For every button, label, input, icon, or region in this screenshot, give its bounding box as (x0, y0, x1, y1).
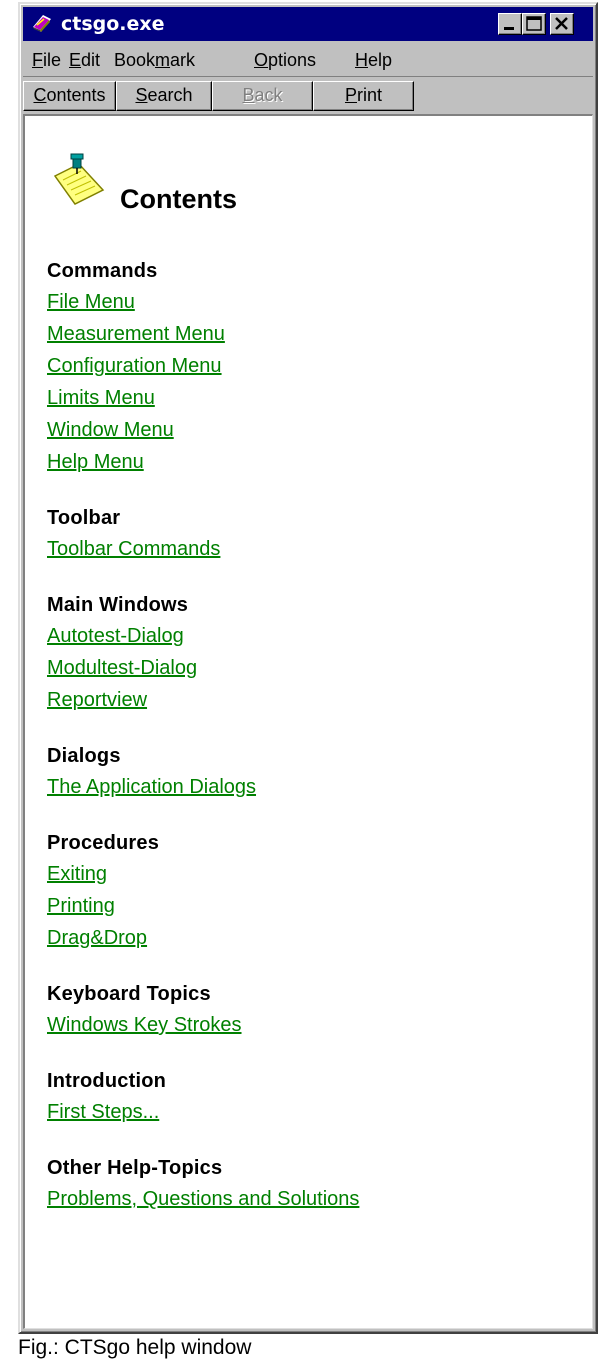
section-heading: Dialogs (47, 745, 121, 767)
link-application-dialogs[interactable]: The Application Dialogs (47, 771, 256, 803)
help-window: ctsgo.exe File Edit Bookmark Options Hel… (18, 2, 598, 1334)
title-bar[interactable]: ctsgo.exe (23, 7, 593, 41)
help-content-pane[interactable]: Contents Commands File Menu Measurement … (23, 114, 593, 1329)
section-procedures: Procedures Exiting Printing Drag&Drop (47, 828, 582, 954)
help-book-icon[interactable] (31, 13, 53, 35)
section-introduction: Introduction First Steps... (47, 1066, 582, 1128)
link-toolbar-commands[interactable]: Toolbar Commands (47, 533, 220, 565)
section-heading: Toolbar (47, 507, 121, 529)
section-heading: Introduction (47, 1070, 167, 1092)
figure-caption: Fig.: CTSgo help window (18, 1336, 252, 1359)
search-button[interactable]: Search (116, 81, 212, 111)
link-autotest-dialog[interactable]: Autotest-Dialog (47, 620, 184, 652)
section-heading: Keyboard Topics (47, 983, 211, 1005)
menu-edit[interactable]: Edit (69, 50, 100, 71)
print-button[interactable]: Print (313, 81, 414, 111)
section-heading: Commands (47, 260, 158, 282)
back-button[interactable]: Back (212, 81, 313, 111)
notepad-pushpin-icon (49, 146, 111, 208)
contents-button[interactable]: Contents (23, 81, 116, 111)
link-windows-key-strokes[interactable]: Windows Key Strokes (47, 1009, 242, 1041)
page-title: Contents (120, 184, 237, 214)
section-heading: Other Help-Topics (47, 1157, 223, 1179)
menu-options[interactable]: Options (254, 50, 316, 71)
maximize-icon (526, 16, 542, 31)
menu-bar: File Edit Bookmark Options Help (23, 44, 593, 76)
section-main-windows: Main Windows Autotest-Dialog Modultest-D… (47, 590, 582, 716)
link-measurement-menu[interactable]: Measurement Menu (47, 318, 225, 350)
section-heading: Main Windows (47, 594, 189, 616)
link-first-steps[interactable]: First Steps... (47, 1096, 159, 1128)
link-exiting[interactable]: Exiting (47, 858, 107, 890)
menu-help[interactable]: Help (355, 50, 392, 71)
link-modultest-dialog[interactable]: Modultest-Dialog (47, 652, 197, 684)
section-keyboard-topics: Keyboard Topics Windows Key Strokes (47, 979, 582, 1041)
section-other-help-topics: Other Help-Topics Problems, Questions an… (47, 1153, 582, 1215)
link-printing[interactable]: Printing (47, 890, 115, 922)
menu-file[interactable]: File (32, 50, 61, 71)
maximize-button[interactable] (522, 13, 546, 35)
close-icon (555, 17, 568, 30)
link-window-menu[interactable]: Window Menu (47, 414, 174, 446)
section-heading: Procedures (47, 832, 160, 854)
help-toolbar: Contents Search Back Print (23, 76, 593, 112)
link-help-menu[interactable]: Help Menu (47, 446, 144, 478)
minimize-button[interactable] (498, 13, 522, 35)
contents-list: Commands File Menu Measurement Menu Conf… (47, 256, 582, 1240)
link-drag-drop[interactable]: Drag&Drop (47, 922, 147, 954)
section-dialogs: Dialogs The Application Dialogs (47, 741, 582, 803)
link-limits-menu[interactable]: Limits Menu (47, 382, 155, 414)
window-title: ctsgo.exe (61, 13, 165, 35)
menu-bookmark[interactable]: Bookmark (114, 50, 195, 71)
close-button[interactable] (550, 13, 574, 35)
link-reportview[interactable]: Reportview (47, 684, 147, 716)
link-problems-questions-solutions[interactable]: Problems, Questions and Solutions (47, 1183, 359, 1215)
link-file-menu[interactable]: File Menu (47, 286, 135, 318)
section-commands: Commands File Menu Measurement Menu Conf… (47, 256, 582, 478)
section-toolbar: Toolbar Toolbar Commands (47, 503, 582, 565)
minimize-icon (504, 27, 514, 30)
link-configuration-menu[interactable]: Configuration Menu (47, 350, 222, 382)
